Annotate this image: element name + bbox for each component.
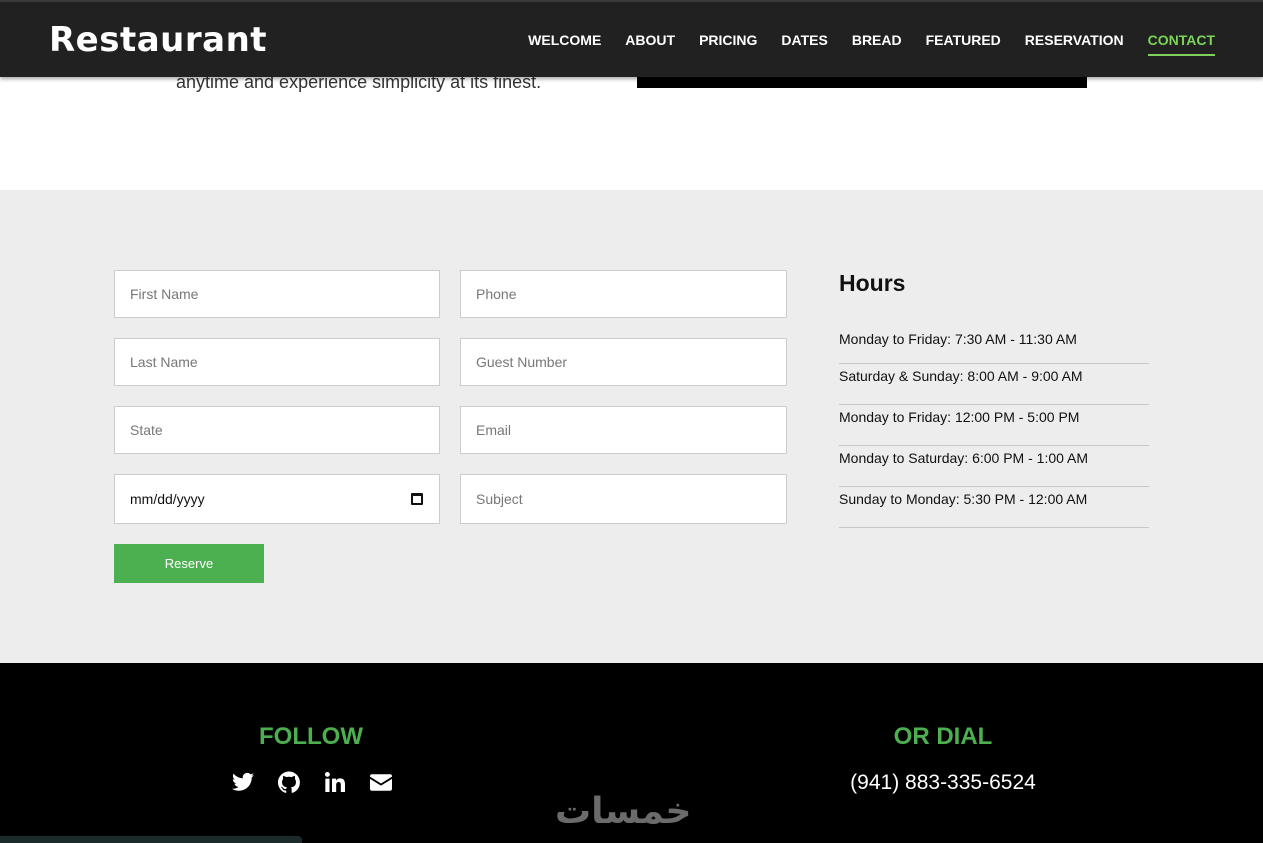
nav-pricing[interactable]: PRICING <box>699 32 757 56</box>
nav-featured[interactable]: FEATURED <box>926 32 1001 56</box>
nav-contact[interactable]: CONTACT <box>1147 32 1215 56</box>
first-name-input[interactable] <box>114 270 440 318</box>
guest-number-input[interactable] <box>460 338 787 386</box>
hours-list: Monday to Friday: 7:30 AM - 11:30 AM Sat… <box>839 327 1149 528</box>
phone-input[interactable] <box>460 270 787 318</box>
hours-item: Monday to Friday: 7:30 AM - 11:30 AM <box>839 327 1149 364</box>
github-icon[interactable] <box>277 770 301 794</box>
twitter-icon[interactable] <box>231 770 255 794</box>
hours-item: Sunday to Monday: 5:30 PM - 12:00 AM <box>839 487 1149 528</box>
hours-title: Hours <box>839 270 906 296</box>
date-value: mm/dd/yyyy <box>130 491 205 507</box>
footer: FOLLOW OR DIAL (941) 883-335-6524 خمسات <box>0 663 1263 843</box>
hero-section: anytime and experience simplicity at its… <box>0 72 1263 190</box>
state-input[interactable] <box>114 406 440 454</box>
social-links <box>231 770 393 794</box>
phone-number[interactable]: (941) 883-335-6524 <box>812 771 1074 795</box>
nav-reservation[interactable]: RESERVATION <box>1025 32 1124 56</box>
nav-bread[interactable]: BREAD <box>852 32 902 56</box>
nav-dates[interactable]: DATES <box>781 32 827 56</box>
subject-input[interactable] <box>460 474 787 524</box>
email-input[interactable] <box>460 406 787 454</box>
brand-logo[interactable]: Restaurant <box>49 20 267 60</box>
hero-image <box>637 77 1087 88</box>
linkedin-icon[interactable] <box>323 770 347 794</box>
last-name-input[interactable] <box>114 338 440 386</box>
nav-welcome[interactable]: WELCOME <box>528 32 601 56</box>
hours-item: Monday to Saturday: 6:00 PM - 1:00 AM <box>839 446 1149 487</box>
reserve-button[interactable]: Reserve <box>114 544 264 583</box>
dial-title: OR DIAL <box>893 723 993 750</box>
hours-panel: Hours Monday to Friday: 7:30 AM - 11:30 … <box>839 270 1149 528</box>
navbar: Restaurant WELCOME ABOUT PRICING DATES B… <box>0 0 1263 77</box>
follow-title: FOLLOW <box>259 723 363 750</box>
email-icon[interactable] <box>369 770 393 794</box>
calendar-icon[interactable] <box>411 493 423 505</box>
date-input[interactable]: mm/dd/yyyy <box>114 474 440 524</box>
reservation-section: mm/dd/yyyy Reserve Hours Monday to Frida… <box>0 190 1263 663</box>
hours-item: Monday to Friday: 12:00 PM - 5:00 PM <box>839 405 1149 446</box>
watermark-logo: خمسات <box>555 791 692 832</box>
nav-menu: WELCOME ABOUT PRICING DATES BREAD FEATUR… <box>528 32 1215 56</box>
hours-item: Saturday & Sunday: 8:00 AM - 9:00 AM <box>839 364 1149 405</box>
nav-about[interactable]: ABOUT <box>625 32 675 56</box>
browser-status-bar <box>0 836 302 843</box>
